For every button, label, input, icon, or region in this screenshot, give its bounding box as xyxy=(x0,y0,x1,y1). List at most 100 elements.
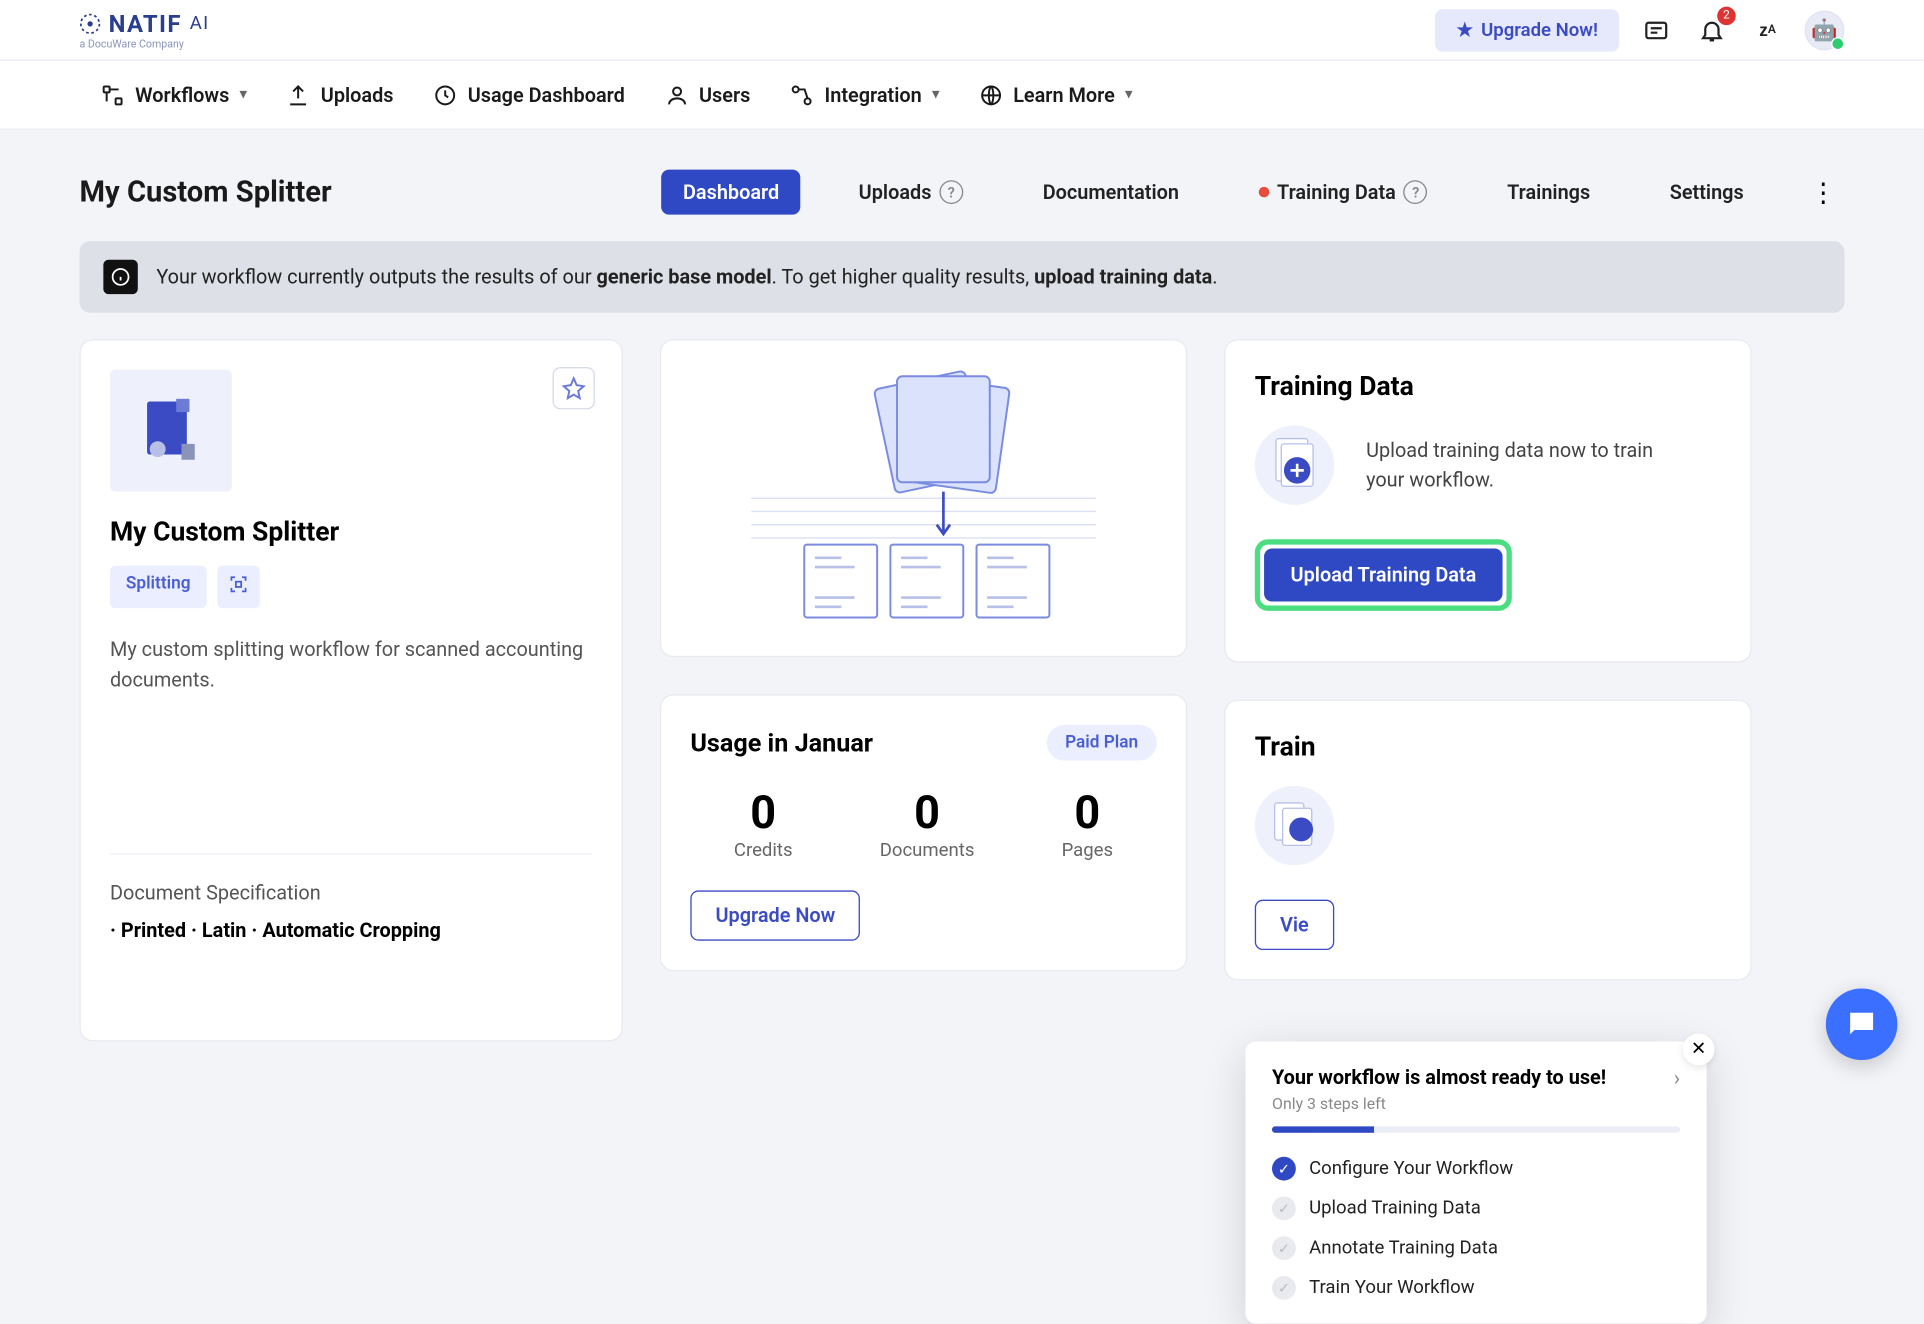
stat-credits: 0 Credits xyxy=(734,787,793,861)
logo[interactable]: NATIF AI a DocuWare Company xyxy=(80,10,210,50)
plus-circle-icon xyxy=(1255,425,1335,505)
help-icon[interactable]: ? xyxy=(1404,180,1428,204)
nav-label: Integration xyxy=(825,83,922,107)
nav-label: Usage Dashboard xyxy=(468,83,625,107)
nav-integration[interactable]: Integration ▾ xyxy=(790,83,939,107)
user-icon xyxy=(665,83,689,107)
training-data-text: Upload training data now to train your w… xyxy=(1366,435,1684,495)
clock-icon xyxy=(433,83,457,107)
trainings-title: Train xyxy=(1255,730,1721,762)
tab-uploads[interactable]: Uploads? xyxy=(837,170,984,215)
checklist-item-upload[interactable]: ✓ Upload Training Data xyxy=(1272,1196,1680,1220)
more-menu-icon[interactable]: ⋮ xyxy=(1802,176,1844,208)
upgrade-now-button[interactable]: Upgrade Now xyxy=(690,890,860,940)
plan-badge: Paid Plan xyxy=(1047,725,1157,761)
tab-documentation[interactable]: Documentation xyxy=(1022,170,1201,215)
chat-fab[interactable] xyxy=(1826,988,1898,1060)
chip-splitting: Splitting xyxy=(110,566,206,608)
translate-icon[interactable]: ᴢA xyxy=(1749,11,1786,48)
banner-text: Your workflow currently outputs the resu… xyxy=(156,265,1217,289)
credits-label: Credits xyxy=(734,840,793,861)
checklist-item-train[interactable]: ✓ Train Your Workflow xyxy=(1272,1276,1680,1300)
nav-users[interactable]: Users xyxy=(665,83,751,107)
nav-learn-more[interactable]: Learn More ▾ xyxy=(979,83,1132,107)
logo-icon xyxy=(80,13,101,34)
documents-value: 0 xyxy=(880,787,975,840)
star-icon: ★ xyxy=(1457,19,1474,40)
progress-bar xyxy=(1272,1126,1680,1133)
training-data-title: Training Data xyxy=(1255,370,1721,402)
usage-card: Usage in Januar Paid Plan 0 Credits 0 Do… xyxy=(660,694,1187,971)
chevron-right-icon[interactable]: › xyxy=(1674,1065,1680,1090)
check-todo-icon: ✓ xyxy=(1272,1236,1296,1260)
usage-title: Usage in Januar xyxy=(690,727,873,757)
logo-suffix: AI xyxy=(190,13,210,34)
nav-usage-dashboard[interactable]: Usage Dashboard xyxy=(433,83,625,107)
star-icon xyxy=(562,376,586,400)
globe-icon xyxy=(979,83,1003,107)
chat-icon xyxy=(1844,1007,1878,1041)
page-header: My Custom Splitter Dashboard Uploads? Do… xyxy=(0,130,1924,228)
splitting-illustration xyxy=(738,366,1109,631)
tab-training-data[interactable]: Training Data? xyxy=(1237,170,1449,215)
favorite-button[interactable] xyxy=(553,367,595,409)
checklist-item-configure[interactable]: ✓ Configure Your Workflow xyxy=(1272,1157,1680,1181)
tab-dashboard[interactable]: Dashboard xyxy=(662,170,801,215)
upgrade-label: Upgrade Now! xyxy=(1481,19,1598,40)
chevron-down-icon: ▾ xyxy=(240,87,247,102)
credits-value: 0 xyxy=(734,787,793,840)
tabs: Dashboard Uploads? Documentation Trainin… xyxy=(662,170,1845,215)
messages-icon[interactable] xyxy=(1638,11,1675,48)
spec-list: · Printed · Latin · Automatic Cropping xyxy=(110,918,592,942)
page-title: My Custom Splitter xyxy=(80,176,332,209)
check-todo-icon: ✓ xyxy=(1272,1196,1296,1220)
upload-icon xyxy=(286,83,310,107)
notification-badge: 2 xyxy=(1717,6,1736,25)
nav-uploads[interactable]: Uploads xyxy=(286,83,393,107)
logo-subtitle: a DocuWare Company xyxy=(80,38,210,50)
nav-label: Learn More xyxy=(1013,83,1115,107)
spec-header: Document Specification xyxy=(110,853,592,905)
project-description: My custom splitting workflow for scanned… xyxy=(110,635,592,695)
close-icon[interactable]: ✕ xyxy=(1683,1034,1715,1066)
nav-label: Workflows xyxy=(135,83,229,107)
onboarding-popup: ✕ Your workflow is almost ready to use! … xyxy=(1246,1041,1707,1323)
project-card: My Custom Splitter Splitting My custom s… xyxy=(80,339,623,1041)
trainings-card: Train Vie xyxy=(1224,700,1751,981)
highlight-ring: Upload Training Data xyxy=(1255,539,1512,611)
indicator-dot xyxy=(1258,187,1269,198)
topbar: NATIF AI a DocuWare Company ★ Upgrade No… xyxy=(0,0,1924,61)
checklist-item-annotate[interactable]: ✓ Annotate Training Data xyxy=(1272,1236,1680,1260)
view-button[interactable]: Vie xyxy=(1255,900,1334,950)
upgrade-now-button[interactable]: ★ Upgrade Now! xyxy=(1435,9,1619,51)
notifications-icon[interactable]: 2 xyxy=(1693,11,1730,48)
help-icon[interactable]: ? xyxy=(939,180,963,204)
integration-icon xyxy=(790,83,814,107)
stat-pages: 0 Pages xyxy=(1062,787,1114,861)
info-icon xyxy=(103,260,137,294)
upload-training-data-button[interactable]: Upload Training Data xyxy=(1264,549,1503,602)
stat-documents: 0 Documents xyxy=(880,787,975,861)
nav-workflows[interactable]: Workflows ▾ xyxy=(101,83,247,107)
content-grid: My Custom Splitter Splitting My custom s… xyxy=(0,339,1924,1041)
project-chips: Splitting xyxy=(110,566,592,608)
pages-label: Pages xyxy=(1062,840,1114,861)
info-banner: Your workflow currently outputs the resu… xyxy=(80,241,1845,313)
docs-circle-icon xyxy=(1255,786,1335,866)
navbar: Workflows ▾ Uploads Usage Dashboard User… xyxy=(0,61,1924,130)
project-name: My Custom Splitter xyxy=(110,515,592,547)
logo-text: NATIF xyxy=(109,10,182,38)
training-data-card: Training Data Upload training data now t… xyxy=(1224,339,1751,662)
tab-trainings[interactable]: Trainings xyxy=(1486,170,1612,215)
project-icon xyxy=(110,370,232,492)
popup-subtitle: Only 3 steps left xyxy=(1272,1094,1606,1113)
nav-label: Users xyxy=(699,83,750,107)
check-todo-icon: ✓ xyxy=(1272,1276,1296,1300)
pages-value: 0 xyxy=(1062,787,1114,840)
check-done-icon: ✓ xyxy=(1272,1157,1296,1181)
tab-settings[interactable]: Settings xyxy=(1649,170,1765,215)
avatar[interactable]: 🤖 xyxy=(1805,10,1845,50)
nav-label: Uploads xyxy=(321,83,394,107)
chevron-down-icon: ▾ xyxy=(932,87,939,102)
chip-scan-icon xyxy=(217,566,259,608)
